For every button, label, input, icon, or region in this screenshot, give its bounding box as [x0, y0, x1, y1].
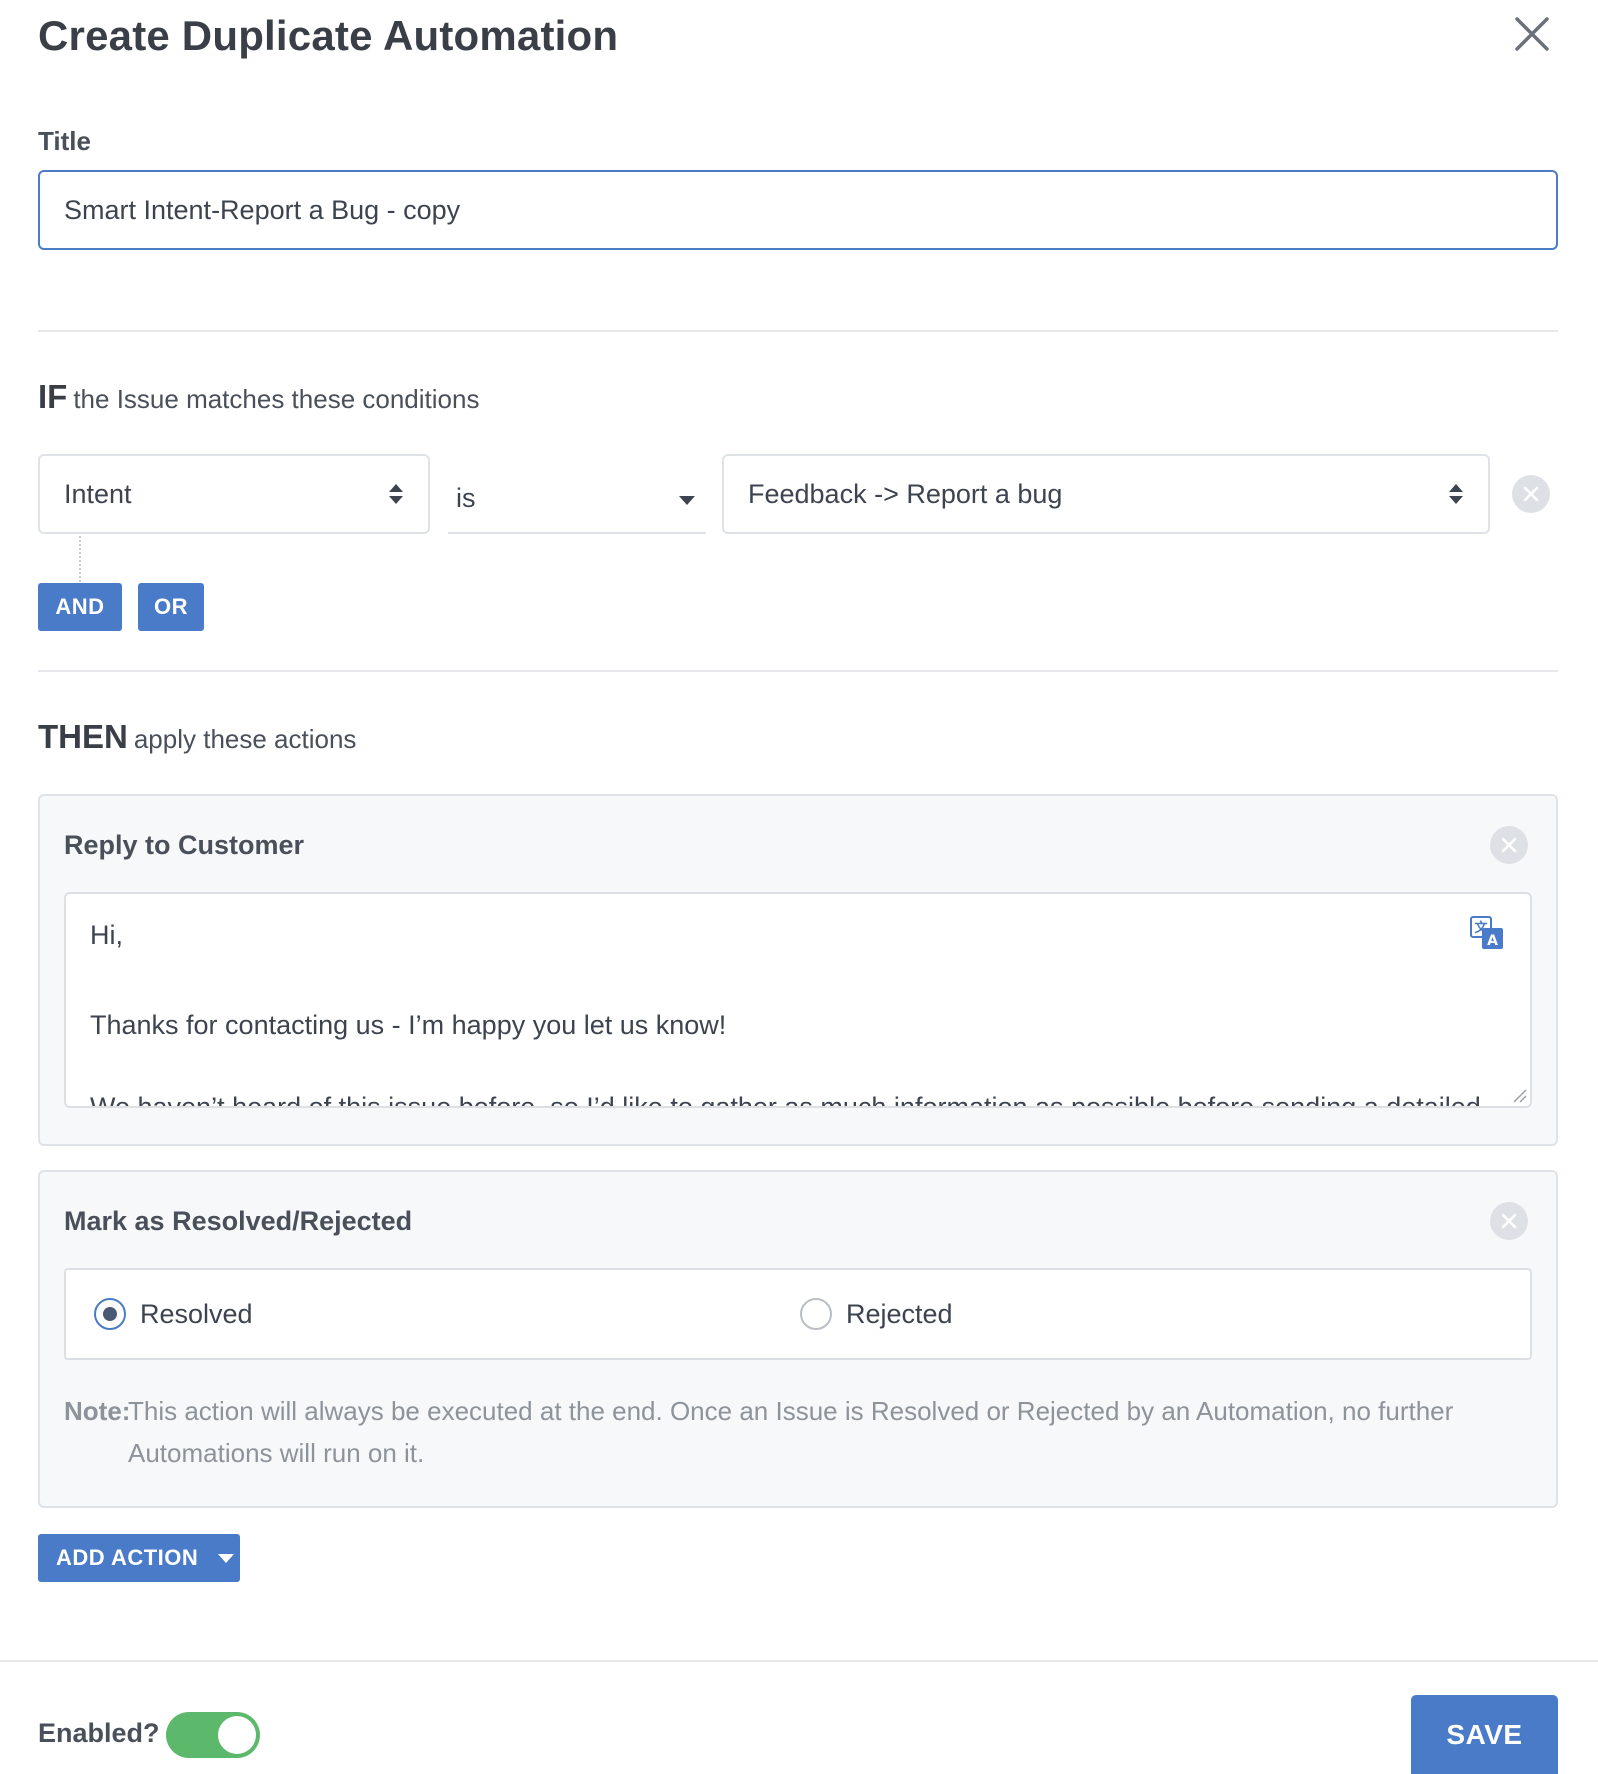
remove-mark-action-button[interactable] — [1490, 1202, 1528, 1240]
if-heading: IF the Issue matches these conditions — [38, 378, 479, 416]
condition-field-value: Intent — [64, 478, 132, 509]
reply-message-textarea[interactable]: Hi, Thanks for contacting us - I’m happy… — [64, 892, 1532, 1108]
divider — [38, 670, 1558, 672]
close-icon — [1501, 837, 1517, 853]
radio-rejected[interactable] — [800, 1298, 832, 1330]
note-text: This action will always be executed at t… — [128, 1396, 1454, 1468]
svg-text:A: A — [1487, 933, 1498, 949]
close-icon — [1501, 1213, 1517, 1229]
condition-operator-select[interactable]: is — [448, 454, 706, 534]
reply-line-thanks: Thanks for contacting us - I’m happy you… — [90, 1010, 727, 1040]
reply-line-greeting: Hi, — [90, 920, 123, 950]
condition-connector — [79, 536, 81, 582]
title-input[interactable] — [38, 170, 1558, 250]
enabled-toggle[interactable] — [166, 1712, 260, 1758]
sort-arrows-icon — [1449, 484, 1463, 504]
condition-target-value: Feedback -> Report a bug — [748, 478, 1063, 509]
enabled-label: Enabled? — [38, 1718, 160, 1748]
condition-target-select[interactable]: Feedback -> Report a bug — [722, 454, 1490, 534]
remove-reply-action-button[interactable] — [1490, 826, 1528, 864]
resize-handle-icon[interactable] — [1510, 1086, 1528, 1104]
resolution-note: Note: This action will always be execute… — [64, 1390, 1504, 1474]
reply-action-card: Reply to Customer Hi, Thanks for contact… — [38, 794, 1558, 1146]
save-button[interactable]: SAVE — [1411, 1695, 1558, 1774]
sort-arrows-icon — [389, 484, 403, 504]
note-label: Note: — [64, 1396, 131, 1426]
remove-condition-button[interactable] — [1512, 475, 1550, 513]
reply-card-title: Reply to Customer — [64, 830, 305, 860]
radio-resolved[interactable] — [94, 1298, 126, 1330]
mark-resolved-action-card: Mark as Resolved/Rejected Resolved Rejec… — [38, 1170, 1558, 1508]
title-label: Title — [38, 126, 91, 156]
then-heading-text: apply these actions — [133, 724, 357, 754]
add-action-button[interactable]: ADD ACTION — [38, 1534, 240, 1582]
reply-line-details: We haven’t heard of this issue before, s… — [90, 1092, 1481, 1108]
radio-rejected-label: Rejected — [846, 1298, 953, 1329]
close-button[interactable] — [1510, 12, 1554, 56]
resolution-radio-group: Resolved Rejected — [64, 1268, 1532, 1360]
close-icon — [1515, 17, 1549, 51]
dialog-title: Create Duplicate Automation — [38, 12, 619, 59]
then-heading: THEN apply these actions — [38, 718, 356, 756]
automation-dialog: Create Duplicate Automation Title IFthe … — [0, 0, 1598, 1774]
footer-divider — [0, 1660, 1598, 1662]
condition-field-select[interactable]: Intent — [38, 454, 430, 534]
divider — [38, 330, 1558, 332]
then-keyword: THEN — [38, 718, 128, 755]
radio-resolved-label: Resolved — [140, 1298, 253, 1329]
radio-option-resolved[interactable]: Resolved — [94, 1270, 253, 1358]
toggle-knob — [218, 1716, 256, 1754]
if-heading-text: the Issue matches these conditions — [73, 384, 480, 414]
chevron-down-icon — [218, 1553, 235, 1563]
radio-option-rejected[interactable]: Rejected — [800, 1270, 953, 1358]
add-action-label: ADD ACTION — [56, 1545, 199, 1570]
close-icon — [1523, 486, 1539, 502]
condition-operator-value: is — [456, 482, 476, 513]
if-keyword: IF — [38, 378, 68, 415]
chevron-down-icon — [679, 496, 695, 505]
or-button[interactable]: OR — [138, 583, 204, 631]
mark-card-title: Mark as Resolved/Rejected — [64, 1206, 413, 1236]
and-button[interactable]: AND — [38, 583, 122, 631]
translate-icon[interactable]: 文 A — [1470, 916, 1504, 950]
